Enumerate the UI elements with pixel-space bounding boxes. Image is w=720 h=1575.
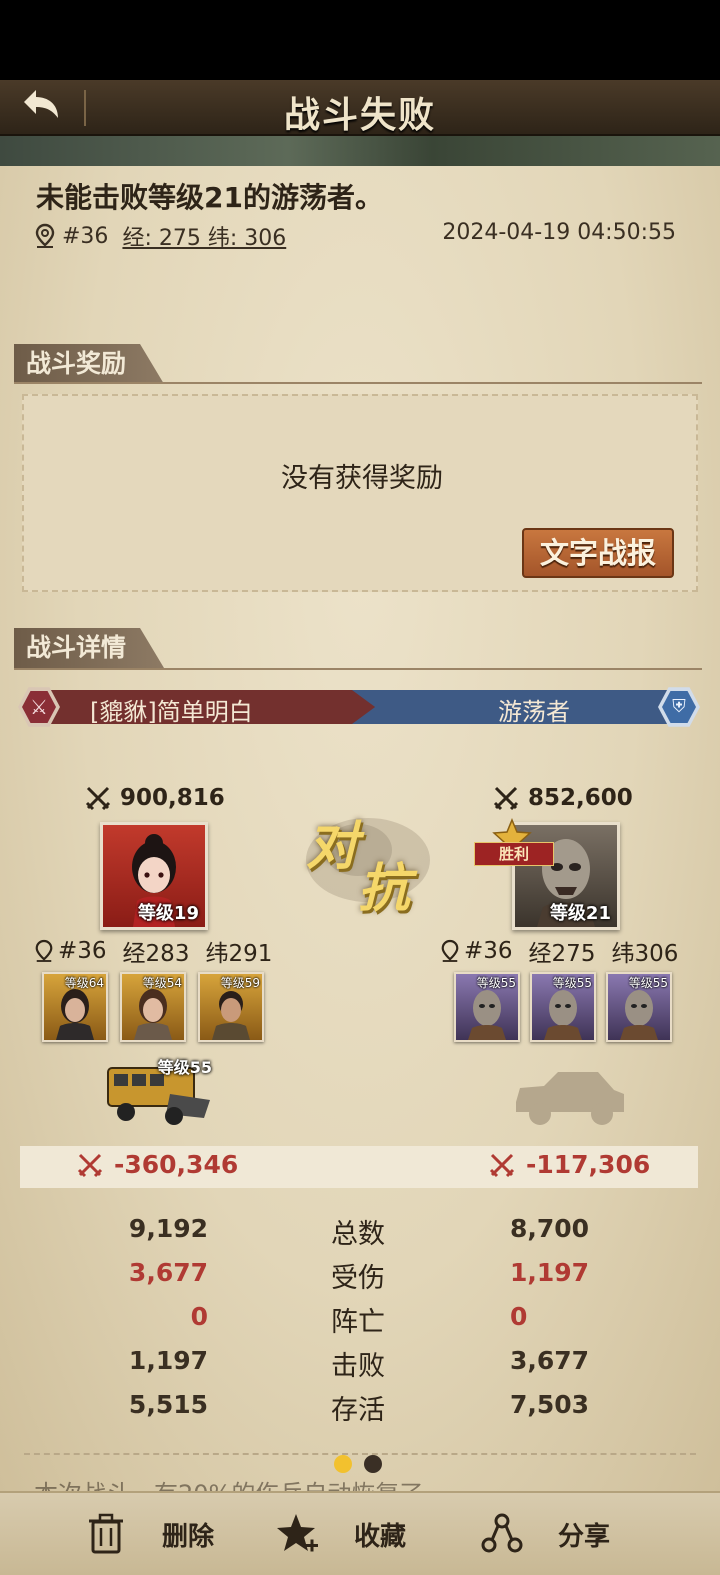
section-divider [14, 382, 702, 384]
stat-label: 存活 [331, 1395, 385, 1426]
page-indicator[interactable] [364, 1455, 382, 1473]
defender-damage: -117,306 [488, 1150, 650, 1179]
share-button[interactable]: 分享 [480, 1509, 610, 1559]
versus-emblem: 对 抗 [298, 800, 438, 920]
section-divider [24, 1453, 696, 1455]
stat-label: 受伤 [331, 1263, 385, 1294]
crossed-swords-icon [77, 1153, 103, 1177]
attacker-power-value: 900,816 [120, 785, 225, 811]
recovery-hint-text: 本次战斗，有20%的伤兵自动恢复了 [34, 1474, 423, 1491]
attacker-server: #36 [58, 938, 107, 964]
stat-right-value: 0 [510, 1302, 528, 1331]
attacker-hero-card[interactable]: 等级59 [198, 972, 264, 1042]
defender-coords: #36 经275 纬306 [440, 934, 678, 968]
location-pin-icon [35, 939, 53, 962]
crossed-swords-icon: ⚔ [22, 691, 56, 723]
attacker-power: 900,816 [84, 784, 225, 812]
stat-right-value: 1,197 [510, 1258, 590, 1287]
victory-badge: 胜利 [472, 818, 556, 872]
defender-power: 852,600 [492, 784, 633, 812]
attacker-name[interactable]: [貔貅]简单明白 [90, 692, 253, 727]
battle-report-panel: 未能击败等级21的游荡者。 #36 经: 275 纬: 306 2024-04-… [0, 166, 720, 1491]
stat-right-value: 7,503 [510, 1390, 590, 1419]
defender-server: #36 [464, 938, 513, 964]
section-divider [14, 668, 702, 670]
stat-left-value: 9,192 [128, 1214, 208, 1243]
defender-hero-card[interactable]: 等级55 [454, 972, 520, 1042]
versus-char-2: 抗 [358, 859, 411, 919]
defender-longitude: 经275 [528, 941, 596, 967]
attacker-coords: #36 经283 纬291 [34, 934, 272, 968]
star-add-icon [277, 1514, 318, 1552]
attacker-vehicle[interactable]: 等级55 [100, 1054, 212, 1130]
stat-right-value: 8,700 [510, 1214, 590, 1243]
stat-right-value: 3,677 [510, 1346, 590, 1375]
battle-timestamp: 2024-04-19 04:50:55 [442, 220, 676, 245]
favorite-label: 收藏 [354, 1521, 407, 1552]
share-icon [481, 1513, 523, 1553]
versus-char-1: 对 [306, 817, 359, 877]
hero-level: 等级55 [628, 976, 668, 990]
text-report-button[interactable]: 文字战报 [522, 528, 674, 578]
attacker-damage: -360,346 [76, 1150, 238, 1179]
attacker-longitude: 经283 [122, 941, 190, 967]
delete-button[interactable]: 删除 [84, 1509, 214, 1559]
shield-icon: ⛨ [662, 691, 696, 723]
battle-result-text: 未能击败等级21的游荡者。 [36, 181, 383, 214]
no-reward-text: 没有获得奖励 [281, 463, 443, 494]
delete-label: 删除 [162, 1521, 215, 1552]
rewards-box: 没有获得奖励 文字战报 [22, 394, 698, 592]
stat-left-value: 5,515 [128, 1390, 208, 1419]
stat-label: 总数 [331, 1219, 385, 1250]
battle-banner-image [0, 136, 720, 166]
attacker-damage-value: -360,346 [114, 1150, 239, 1179]
coordinates-link[interactable]: 经: 275 纬: 306 [122, 220, 286, 252]
defender-damage-value: -117,306 [526, 1150, 651, 1179]
stat-left-value: 3,677 [128, 1258, 208, 1287]
bottom-toolbar: 删除 收藏 分享 [0, 1491, 720, 1575]
location-pin-icon [441, 939, 459, 962]
stat-left-value: 1,197 [128, 1346, 208, 1375]
defender-hero-card[interactable]: 等级55 [606, 972, 672, 1042]
hero-level: 等级55 [552, 976, 592, 990]
share-label: 分享 [558, 1521, 611, 1552]
trash-icon [89, 1513, 123, 1554]
location-pin-icon [35, 223, 55, 248]
crossed-swords-icon [489, 1153, 515, 1177]
attacker-level: 等级19 [137, 903, 199, 924]
vehicle-level: 等级55 [157, 1058, 212, 1077]
empty-vehicle-icon [516, 1072, 624, 1125]
page-indicator-active[interactable] [334, 1455, 352, 1473]
stat-left-value: 0 [190, 1302, 208, 1331]
rewards-section-header: 战斗奖励 [14, 344, 165, 384]
victory-label: 胜利 [474, 842, 554, 866]
hero-level: 等级64 [64, 976, 104, 990]
attacker-hero-card[interactable]: 等级54 [120, 972, 186, 1042]
stat-label: 阵亡 [331, 1307, 385, 1338]
status-bar [0, 0, 720, 80]
favorite-button[interactable]: 收藏 [276, 1509, 406, 1559]
battle-location: #36 经: 275 纬: 306 [34, 220, 286, 252]
defender-vehicle-placeholder [510, 1062, 628, 1132]
crossed-swords-icon [85, 786, 111, 811]
hero-level: 等级59 [220, 976, 260, 990]
defender-name: 游荡者 [498, 698, 570, 726]
server-number: #36 [62, 223, 109, 249]
stat-label: 击败 [331, 1351, 385, 1382]
page-title: 战斗失败 [283, 95, 436, 136]
defender-level: 等级21 [549, 903, 611, 924]
defender-power-value: 852,600 [528, 785, 633, 811]
damage-summary: -360,346 -117,306 [20, 1146, 698, 1188]
crossed-swords-icon [493, 786, 519, 811]
attacker-hero-card[interactable]: 等级64 [42, 972, 108, 1042]
attacker-avatar[interactable]: 等级19 [100, 822, 208, 930]
hero-level: 等级54 [142, 976, 182, 990]
title-bar: 战斗失败 [0, 80, 720, 136]
hero-level: 等级55 [476, 976, 516, 990]
versus-bar: [貔貅]简单明白 游荡者 ⚔ ⛨ [18, 687, 700, 727]
defender-latitude: 纬306 [611, 941, 679, 967]
defender-hero-card[interactable]: 等级55 [530, 972, 596, 1042]
details-section-header: 战斗详情 [14, 628, 165, 668]
attacker-latitude: 纬291 [205, 941, 273, 967]
